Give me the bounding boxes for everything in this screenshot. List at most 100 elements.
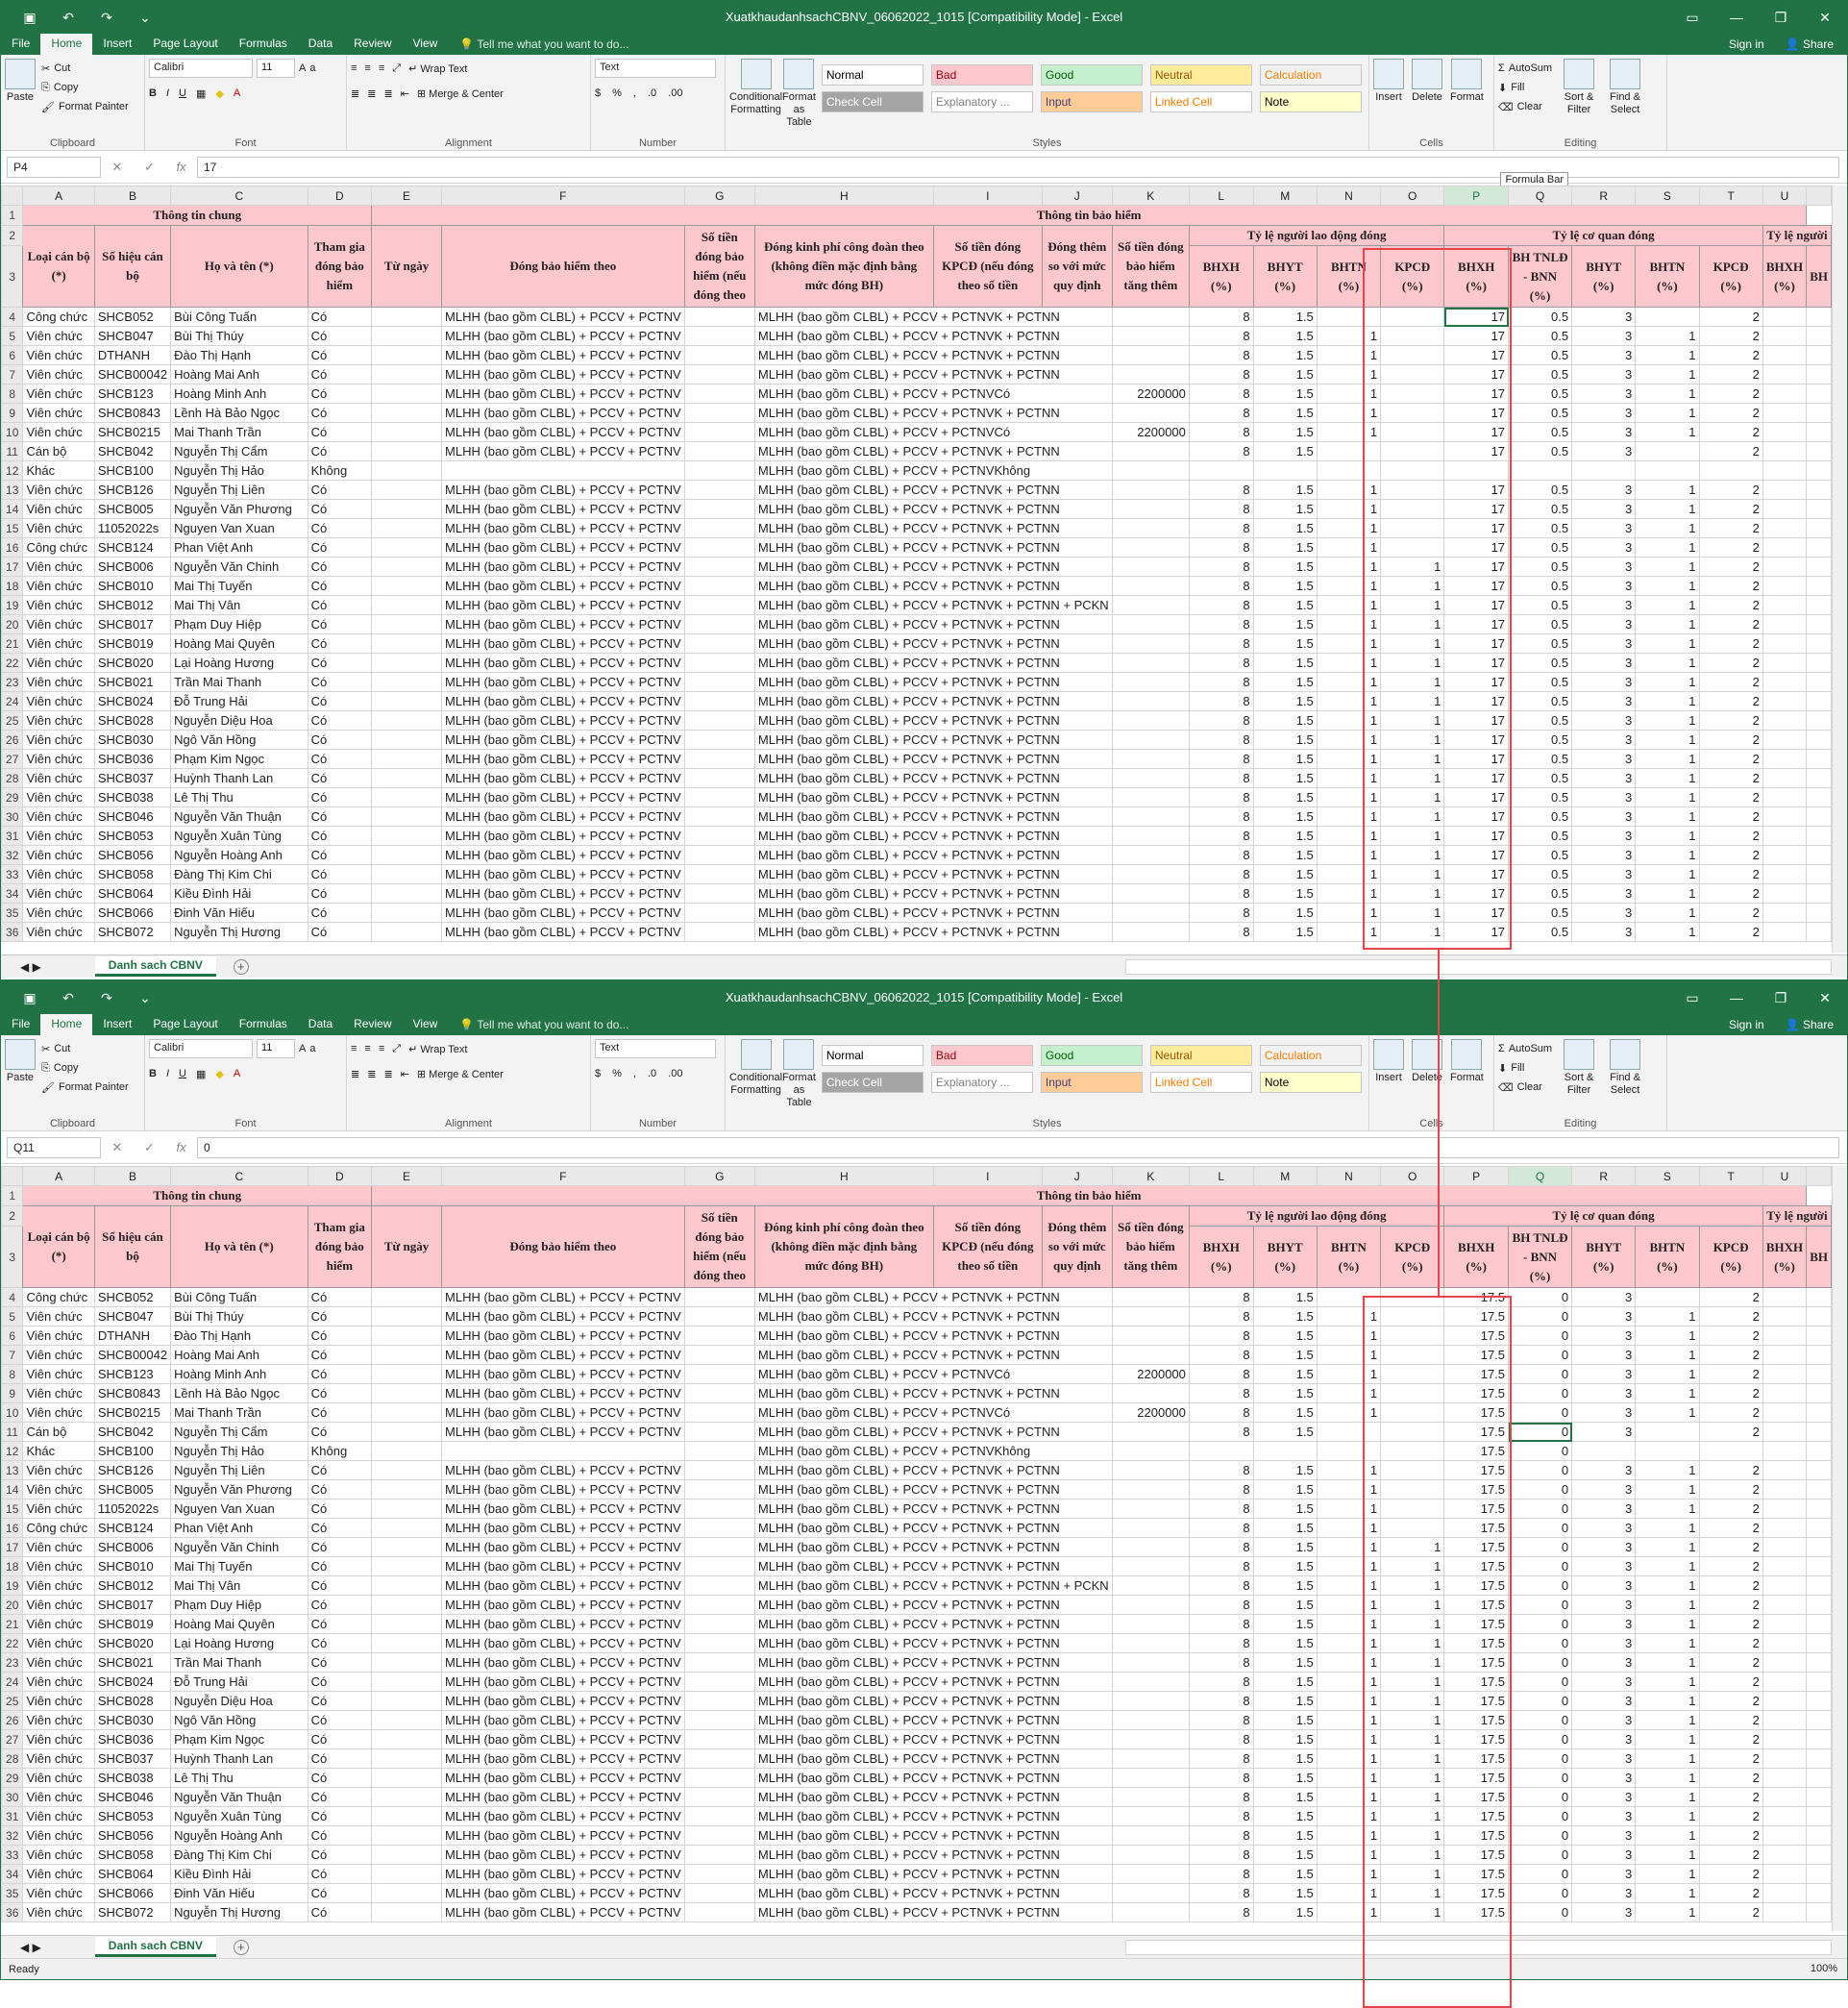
cell-kpcd-nld[interactable]: 1 [1380, 1691, 1445, 1711]
cell-bhyt-nld[interactable]: 1.5 [1252, 1595, 1318, 1615]
cell-bhyt-cq[interactable]: 3 [1571, 1864, 1637, 1884]
cell-dong-kinh-phi[interactable]: MLHH (bao gồm CLBL) + PCCV + PCTNVK + PC… [753, 499, 1113, 519]
cell-so-hieu[interactable]: SHCB046 [93, 1787, 172, 1807]
number-format-dropdown[interactable]: Text [595, 1039, 716, 1058]
cell-bhyt-cq[interactable]: 3 [1571, 1787, 1637, 1807]
cell-bhyt-cq[interactable]: 3 [1571, 1287, 1637, 1307]
cell-bhtn-cq[interactable]: 1 [1635, 1710, 1700, 1730]
cell-ho-ten[interactable]: Lê Thị Thu [170, 1768, 308, 1788]
cell-ho-ten[interactable]: Nguyễn Xuân Tùng [170, 1806, 308, 1826]
cell-bhtn-nld[interactable]: 1 [1316, 1402, 1382, 1423]
cell-style-note[interactable]: Note [1259, 91, 1362, 112]
cell-loai-can-bo[interactable]: Viên chức [22, 1479, 95, 1500]
cell-bhyt-cq[interactable]: 3 [1571, 384, 1637, 404]
cell-kpcd-cq[interactable]: 2 [1698, 768, 1763, 788]
cell-tu-ngay[interactable] [371, 537, 443, 558]
font-size-dropdown[interactable]: 11 [257, 1039, 295, 1058]
cell-tu-ngay[interactable] [371, 364, 443, 384]
cell-bh-nguoi[interactable] [1806, 480, 1832, 500]
cell-bhtn-cq[interactable]: 1 [1635, 1614, 1700, 1634]
cell-kpcd-nld[interactable]: 1 [1380, 691, 1445, 711]
cell-bhtn-nld[interactable]: 1 [1316, 1748, 1382, 1769]
cell-so-tien-dong[interactable] [683, 1460, 755, 1480]
cell-bhtn-nld[interactable]: 1 [1316, 403, 1382, 423]
row-header[interactable]: 23 [1, 672, 24, 692]
font-name-dropdown[interactable]: Calibri [149, 59, 253, 78]
cell-bhtn-cq[interactable]: 1 [1635, 1729, 1700, 1749]
italic-icon[interactable]: I [166, 1068, 169, 1079]
cell-bhyt-cq[interactable]: 3 [1571, 749, 1637, 769]
cell-kpcd-nld[interactable]: 1 [1380, 1825, 1445, 1846]
cell-bhtn-cq[interactable]: 1 [1635, 480, 1700, 500]
cell-bhtn-nld[interactable]: 1 [1316, 845, 1382, 865]
cell-dong-theo[interactable]: MLHH (bao gồm CLBL) + PCCV + PCTNV [441, 1499, 685, 1519]
cell-tham-gia[interactable]: Có [307, 1691, 373, 1711]
cell-bhxh-nguoi[interactable] [1762, 1499, 1808, 1519]
cell-bhxh-nld[interactable] [1188, 460, 1254, 481]
cell-bhyt-nld[interactable]: 1.5 [1252, 537, 1318, 558]
cell-bhyt-cq[interactable]: 3 [1571, 787, 1637, 807]
cell-tham-gia[interactable]: Không [307, 460, 373, 481]
cell-bhxh-nguoi[interactable] [1762, 1883, 1808, 1903]
cell-bhtn-nld[interactable]: 1 [1316, 1633, 1382, 1653]
cell-kpcd-cq[interactable]: 2 [1698, 710, 1763, 731]
cell-bhxh-cq[interactable]: 17.5 [1443, 1691, 1510, 1711]
cell-dong-theo[interactable]: MLHH (bao gồm CLBL) + PCCV + PCTNV [441, 633, 685, 654]
cell-bhyt-cq[interactable]: 3 [1571, 730, 1637, 750]
column-header[interactable]: G [683, 186, 755, 206]
cell-bhtn-cq[interactable]: 1 [1635, 806, 1700, 827]
cell-bhyt-nld[interactable]: 1.5 [1252, 364, 1318, 384]
cell-bhtn-cq[interactable]: 1 [1635, 633, 1700, 654]
cell-kpcd-nld[interactable]: 1 [1380, 576, 1445, 596]
cell-style-explanatory[interactable]: Explanatory ... [930, 1072, 1033, 1093]
cell-bhtn-cq[interactable]: 1 [1635, 672, 1700, 692]
cell-bhtn-cq[interactable]: 1 [1635, 922, 1700, 942]
cell-bhyt-cq[interactable]: 3 [1571, 653, 1637, 673]
cell-bhxh-cq[interactable]: 17.5 [1443, 1345, 1510, 1365]
cell-so-hieu[interactable]: SHCB126 [93, 1460, 172, 1480]
column-header[interactable]: U [1762, 1166, 1808, 1186]
cell-bhyt-nld[interactable]: 1.5 [1252, 1518, 1318, 1538]
cell-so-hieu[interactable]: SHCB017 [93, 1595, 172, 1615]
cell-kpcd-cq[interactable]: 2 [1698, 1326, 1763, 1346]
cell-tu-ngay[interactable] [371, 1614, 443, 1634]
cell-bhyt-nld[interactable]: 1.5 [1252, 345, 1318, 365]
cell-bh-nguoi[interactable] [1806, 1883, 1832, 1903]
cell-so-tien-tang[interactable] [1111, 1345, 1190, 1365]
cell-bhtn-cq[interactable]: 1 [1635, 1345, 1700, 1365]
cell-bhxh-nguoi[interactable] [1762, 1537, 1808, 1557]
cell-bhxh-nguoi[interactable] [1762, 1825, 1808, 1846]
column-header[interactable]: E [371, 1166, 443, 1186]
column-header[interactable]: B [93, 1166, 172, 1186]
add-sheet-icon[interactable]: + [233, 958, 249, 975]
decrease-decimal-icon[interactable]: .00 [668, 87, 682, 99]
cell-dong-kinh-phi[interactable]: MLHH (bao gồm CLBL) + PCCV + PCTNVK + PC… [753, 1537, 1113, 1557]
cell-style-check-cell[interactable]: Check Cell [821, 1072, 924, 1093]
cell-bhxh-nguoi[interactable] [1762, 1402, 1808, 1423]
cell-bhxh-nld[interactable]: 8 [1188, 1326, 1254, 1346]
cell-so-tien-tang[interactable]: 2200000 [1111, 422, 1190, 442]
cell-style-input[interactable]: Input [1040, 1072, 1143, 1093]
cell-bh-tnld[interactable]: 0.5 [1508, 922, 1573, 942]
cell-bhtn-cq[interactable]: 1 [1635, 595, 1700, 615]
cell-bhtn-nld[interactable]: 1 [1316, 1787, 1382, 1807]
cell-bhyt-nld[interactable]: 1.5 [1252, 806, 1318, 827]
cell-bhtn-nld[interactable]: 1 [1316, 1595, 1382, 1615]
cell-bhyt-nld[interactable]: 1.5 [1252, 1479, 1318, 1500]
cell-bhxh-cq[interactable]: 17.5 [1443, 1614, 1510, 1634]
cell-bhyt-cq[interactable]: 3 [1571, 1672, 1637, 1692]
cell-tu-ngay[interactable] [371, 826, 443, 846]
cell-bhyt-cq[interactable]: 3 [1571, 1845, 1637, 1865]
cell-so-hieu[interactable]: SHCB024 [93, 1672, 172, 1692]
cell-bh-nguoi[interactable] [1806, 499, 1832, 519]
cell-so-tien-tang[interactable]: 2200000 [1111, 384, 1190, 404]
row-header[interactable]: 16 [1, 537, 24, 558]
cell-kpcd-cq[interactable]: 2 [1698, 883, 1763, 904]
cell-bhxh-nguoi[interactable] [1762, 883, 1808, 904]
cell-bhtn-nld[interactable] [1316, 1422, 1382, 1442]
cell-style-normal[interactable]: Normal [821, 64, 924, 86]
cell-loai-can-bo[interactable]: Viên chức [22, 653, 95, 673]
cell-bhxh-nguoi[interactable] [1762, 499, 1808, 519]
sign-in-link[interactable]: Sign in [1729, 1018, 1764, 1031]
cell-kpcd-cq[interactable]: 2 [1698, 1883, 1763, 1903]
